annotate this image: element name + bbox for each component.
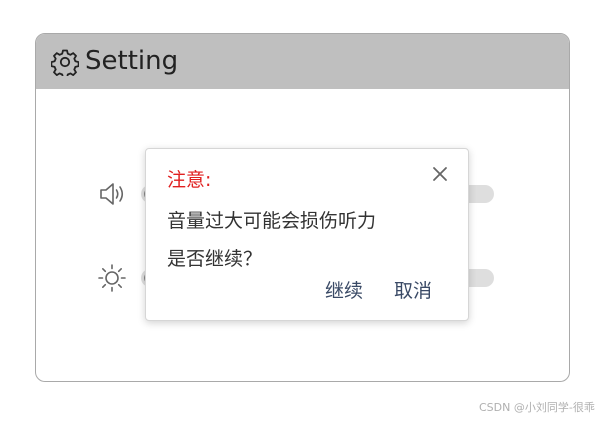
speaker-icon[interactable] [97,179,127,209]
dialog-message-line2: 是否继续？ [167,248,263,270]
gear-icon [51,49,79,76]
sun-icon[interactable] [97,263,127,293]
continue-button[interactable]: 继续 [325,280,363,302]
settings-header: Setting [36,34,569,89]
warning-dialog: 注意: 音量过大可能会损伤听力 是否继续？ 继续 取消 [145,148,469,321]
screen: Setting 注意: 音量过大可能会损伤听力 是否继续？ 继续 取消 CSDN… [0,0,603,421]
dialog-title: 注意: [167,169,212,191]
close-icon[interactable] [431,165,449,183]
dialog-message-line1: 音量过大可能会损伤听力 [167,210,377,232]
watermark: CSDN @小刘同学-很乖 [479,401,595,414]
cancel-button[interactable]: 取消 [394,280,432,302]
window-title: Setting [85,46,179,76]
